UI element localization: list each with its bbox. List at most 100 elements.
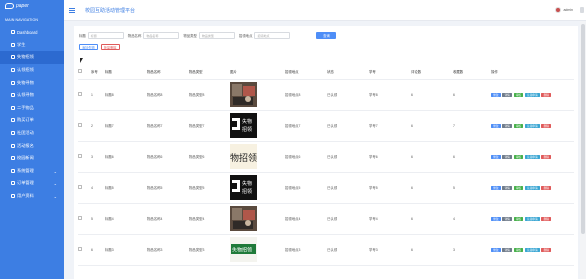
image-cell: 失物招领 [230, 234, 285, 266]
user-icon [11, 42, 15, 47]
delete-button[interactable]: 删除 [541, 247, 552, 252]
apply-button[interactable]: 认领申请 [524, 123, 540, 128]
sidebar-item-label: 学生 [17, 41, 26, 47]
detail-button[interactable]: 详情 [502, 123, 512, 128]
audit-button[interactable]: 审核 [513, 92, 524, 97]
search-input-title[interactable]: 标题 [87, 31, 124, 39]
image-cell: 失物招领 [230, 110, 285, 142]
detail-button[interactable]: 详情 [502, 185, 512, 190]
sidebar-item[interactable]: 学生 [0, 39, 64, 52]
sidebar-item[interactable]: 二手物品 [0, 102, 64, 115]
select-all-checkbox[interactable] [78, 69, 82, 74]
sidebar-item[interactable]: 认领寻物 [0, 89, 64, 102]
sidebar-item[interactable]: Dashboard [0, 26, 64, 39]
audit-button[interactable]: 审核 [513, 216, 524, 221]
edit-button[interactable]: 修改 [491, 247, 501, 252]
row-checkbox[interactable] [78, 185, 82, 189]
list-icon [11, 80, 15, 85]
row-checkbox[interactable] [78, 154, 82, 158]
delete-button[interactable]: 删除 [541, 154, 552, 159]
add-button[interactable]: 添加失物 [79, 44, 98, 50]
apply-button[interactable]: 认领申请 [524, 154, 540, 159]
row-checkbox[interactable] [78, 247, 82, 251]
apply-button[interactable]: 认领申请 [524, 92, 540, 97]
cell-sno: 学号4 [369, 203, 411, 235]
audit-button[interactable]: 审核 [513, 123, 524, 128]
detail-button[interactable]: 详情 [502, 154, 512, 159]
audit-button[interactable]: 审核 [513, 185, 524, 190]
cell-title: 标题5 [105, 172, 147, 204]
batch-delete-button[interactable]: 批量删除 [100, 44, 120, 50]
audit-button[interactable]: 审核 [513, 247, 524, 252]
cell-place: 招领地点6 [285, 141, 327, 173]
search-input-name[interactable]: 物品名称 [143, 31, 180, 39]
ops-cell: 修改 详情 审核 认领申请 删除 [491, 203, 574, 235]
image-cell: 失物招领 [230, 172, 285, 204]
audit-button[interactable]: 审核 [513, 154, 524, 159]
detail-button[interactable]: 详情 [502, 247, 512, 252]
row-checkbox[interactable] [78, 123, 82, 127]
sidebar-item[interactable]: 活动报名 [0, 139, 64, 152]
logo-text: paper [16, 3, 29, 9]
delete-button[interactable]: 删除 [541, 216, 552, 221]
edit-button[interactable]: 修改 [491, 92, 501, 97]
sidebar: paper MAIN NAVIGATION Dashboard 学生 失物招领 认领招… [0, 0, 64, 279]
search-label-type: 物品类型 [183, 33, 197, 38]
sidebar-item[interactable]: 社团活动 [0, 127, 64, 140]
item-image: 物招领 [230, 144, 257, 169]
select-all-header[interactable] [78, 65, 91, 80]
search-input-type[interactable]: 物品类型 [198, 31, 235, 39]
cell-name: 物品名称4 [147, 203, 189, 235]
search-input-place[interactable]: 招领地点 [254, 31, 291, 39]
sidebar-item[interactable]: 校园新闻 [0, 152, 64, 165]
ops-cell: 修改 详情 审核 认领申请 删除 [491, 172, 574, 204]
edit-button[interactable]: 修改 [491, 216, 501, 221]
sidebar-item-label: 用户资料 [17, 193, 34, 199]
column-header: 招领地点 [285, 65, 327, 80]
detail-button[interactable]: 详情 [502, 216, 512, 221]
row-checkbox[interactable] [78, 92, 82, 96]
cell-comments: 6 [411, 110, 453, 142]
scroll-up-button[interactable] [580, 7, 584, 13]
cell-idx: 5 [91, 203, 105, 235]
delete-button[interactable]: 删除 [541, 185, 552, 190]
image-cell: 物招领 [230, 141, 285, 173]
sidebar-item[interactable]: 认领招领 [0, 64, 64, 77]
delete-button[interactable]: 删除 [541, 123, 552, 128]
sidebar-item[interactable]: 系统管理 ⌄ [0, 165, 64, 178]
column-header: 状态 [327, 65, 369, 80]
detail-button[interactable]: 详情 [502, 92, 512, 97]
row-select-cell [78, 172, 91, 204]
sidebar-item-label: 失物招领 [17, 54, 34, 60]
edit-button[interactable]: 修改 [491, 185, 501, 190]
sidebar-item[interactable]: 失物寻物 [0, 76, 64, 89]
list-icon [11, 181, 15, 186]
cell-comments: 6 [411, 234, 453, 266]
main-content: 标题 标题 物品名称 物品名称 物品类型 物品类型 招领地点 招领地点 查询 添… [74, 26, 578, 279]
apply-button[interactable]: 认领申请 [524, 185, 540, 190]
sidebar-item[interactable]: 购买订单 [0, 114, 64, 127]
edit-button[interactable]: 修改 [491, 154, 501, 159]
row-actions: 修改 详情 审核 认领申请 删除 [491, 92, 574, 97]
sidebar-item[interactable]: 订单管理 ⌄ [0, 177, 64, 190]
page-scrollbar[interactable] [580, 21, 586, 279]
menu-toggle-icon[interactable] [69, 7, 75, 13]
sidebar-item-label: 社团活动 [17, 130, 34, 136]
apply-button[interactable]: 认领申请 [524, 247, 540, 252]
edit-button[interactable]: 修改 [491, 123, 501, 128]
apply-button[interactable]: 认领申请 [524, 216, 540, 221]
search-button[interactable]: 查询 [316, 31, 337, 39]
row-checkbox[interactable] [78, 216, 82, 220]
user-menu[interactable]: admin [555, 7, 573, 13]
search-label-place: 招领地点 [238, 33, 253, 38]
cell-type: 物品类型7 [189, 110, 230, 142]
table-header: 序号 标题 物品名称 物品类型 图片 招领地点 状态 学号 评论数 收藏数 操作 [78, 65, 574, 80]
list-icon [11, 143, 15, 148]
delete-button[interactable]: 删除 [541, 92, 552, 97]
scrollbar-thumb[interactable] [581, 24, 585, 234]
chevron-down-icon: ⌄ [53, 181, 57, 187]
sidebar-item[interactable]: 用户资料 ⌄ [0, 190, 64, 203]
chevron-down-icon: ⌄ [53, 168, 57, 174]
cell-sno: 学号8 [369, 79, 411, 111]
sidebar-item[interactable]: 失物招领 [0, 51, 64, 64]
